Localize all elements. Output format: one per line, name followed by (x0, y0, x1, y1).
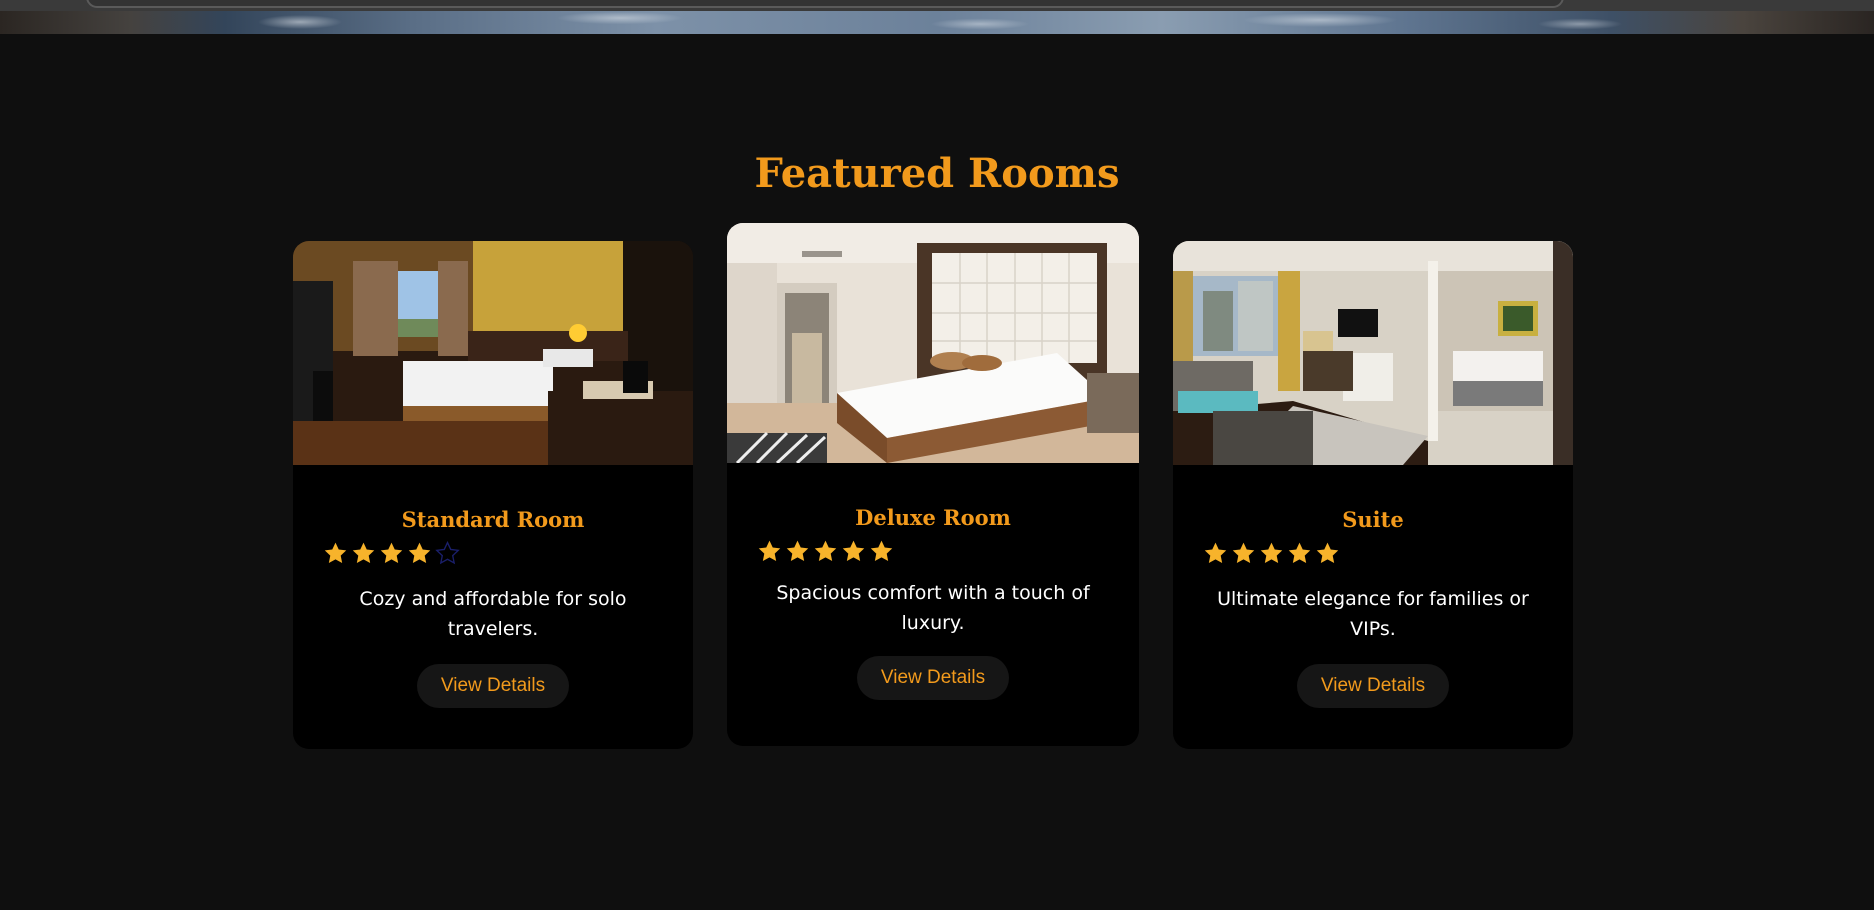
star-filled-icon (1316, 542, 1339, 563)
view-details-button[interactable]: View Details (416, 664, 570, 708)
room-card-suite: Suite Ultimate elegance for families or … (1173, 241, 1573, 749)
star-empty-icon (435, 540, 460, 564)
room-name: Standard Room (401, 507, 585, 532)
room-description: Spacious comfort with a touch of luxury. (776, 582, 1090, 634)
star-filled-icon (786, 540, 809, 561)
suite-room-image (1173, 241, 1573, 465)
standard-room-image (293, 241, 693, 465)
room-photo-standard (293, 241, 693, 465)
section-title: Featured Rooms (754, 150, 1120, 197)
hero-banner-bottom-edge (0, 0, 1874, 34)
star-filled-icon (870, 540, 893, 561)
star-filled-icon (324, 542, 347, 563)
deluxe-room-image (727, 223, 1139, 463)
star-filled-icon (1232, 542, 1255, 563)
rating-stars (727, 538, 1139, 564)
room-card-deluxe: Deluxe Room Spacious comfort with a touc… (727, 223, 1139, 746)
room-description: Cozy and affordable for solo travelers. (359, 588, 627, 640)
rating-stars (1173, 540, 1573, 566)
room-photo-deluxe (727, 223, 1139, 463)
top-search-bar[interactable] (86, 0, 1564, 8)
room-name: Deluxe Room (855, 505, 1011, 530)
star-filled-icon (352, 542, 375, 563)
room-description: Ultimate elegance for families or VIPs. (1217, 588, 1529, 640)
star-filled-icon (380, 542, 403, 563)
star-filled-icon (814, 540, 837, 561)
view-details-button[interactable]: View Details (1296, 664, 1450, 708)
room-name: Suite (1342, 507, 1404, 532)
star-filled-icon (408, 542, 431, 563)
star-filled-icon (1260, 542, 1283, 563)
star-filled-icon (1288, 542, 1311, 563)
room-photo-suite (1173, 241, 1573, 465)
room-card-standard: Standard Room Cozy and affordable for so… (293, 241, 693, 749)
star-filled-icon (758, 540, 781, 561)
star-filled-icon (1204, 542, 1227, 563)
rating-stars (293, 540, 693, 566)
star-filled-icon (842, 540, 865, 561)
view-details-button[interactable]: View Details (856, 656, 1010, 700)
